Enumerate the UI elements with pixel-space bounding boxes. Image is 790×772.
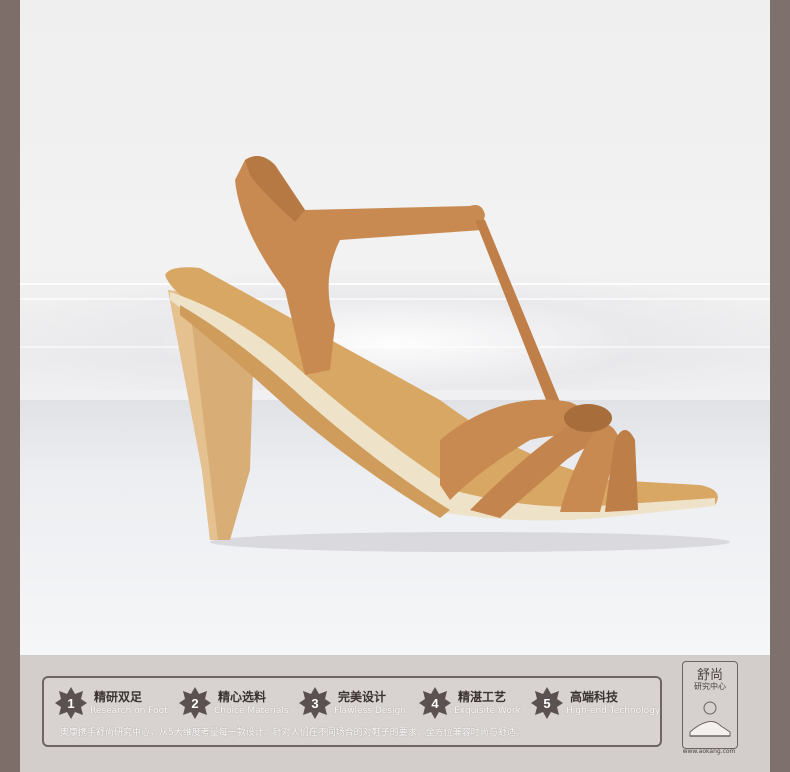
shoe-icon <box>689 701 731 737</box>
star-badge-icon: 4 <box>419 687 451 719</box>
feature-title: 精湛工艺 <box>458 690 507 704</box>
brand-logo: 舒尚 研究中心 <box>682 661 738 749</box>
svg-text:2: 2 <box>191 696 198 711</box>
svg-text:1: 1 <box>67 696 74 711</box>
feature-title: 高端科技 <box>570 690 619 704</box>
feature-subtitle: Choice Materials <box>214 706 289 716</box>
star-badge-icon: 5 <box>531 687 563 719</box>
feature-subtitle: Exquisite Work <box>454 706 521 716</box>
feature-title: 完美设计 <box>338 690 387 704</box>
feature-title: 精研双足 <box>94 690 143 704</box>
feature-band: 1 精研双足 Research on Foot 2 精心选料 Choice Ma… <box>20 655 770 772</box>
feature-subtitle: High-end Technology <box>566 706 661 716</box>
feature-subtitle: Research on Foot <box>90 706 168 716</box>
svg-text:3: 3 <box>311 696 318 711</box>
svg-text:5: 5 <box>543 696 550 711</box>
svg-text:4: 4 <box>431 696 439 711</box>
star-badge-icon: 1 <box>55 687 87 719</box>
star-badge-icon: 3 <box>299 687 331 719</box>
feature-title: 精心选料 <box>218 690 267 704</box>
feature-subtitle: Flawless Design <box>334 706 406 716</box>
page-frame-right <box>770 0 790 772</box>
tagline: 奥康携手舒尚研究中心，从5大维度考量每一款设计。针对人们在不同场合的对鞋子的要求… <box>60 728 525 738</box>
brand-subtitle: 研究中心 <box>694 682 726 691</box>
sandal-product-image <box>165 156 730 552</box>
product-image-panel <box>20 0 770 655</box>
brand-url: www.aokang.com <box>682 748 736 755</box>
star-badge-icon: 2 <box>179 687 211 719</box>
